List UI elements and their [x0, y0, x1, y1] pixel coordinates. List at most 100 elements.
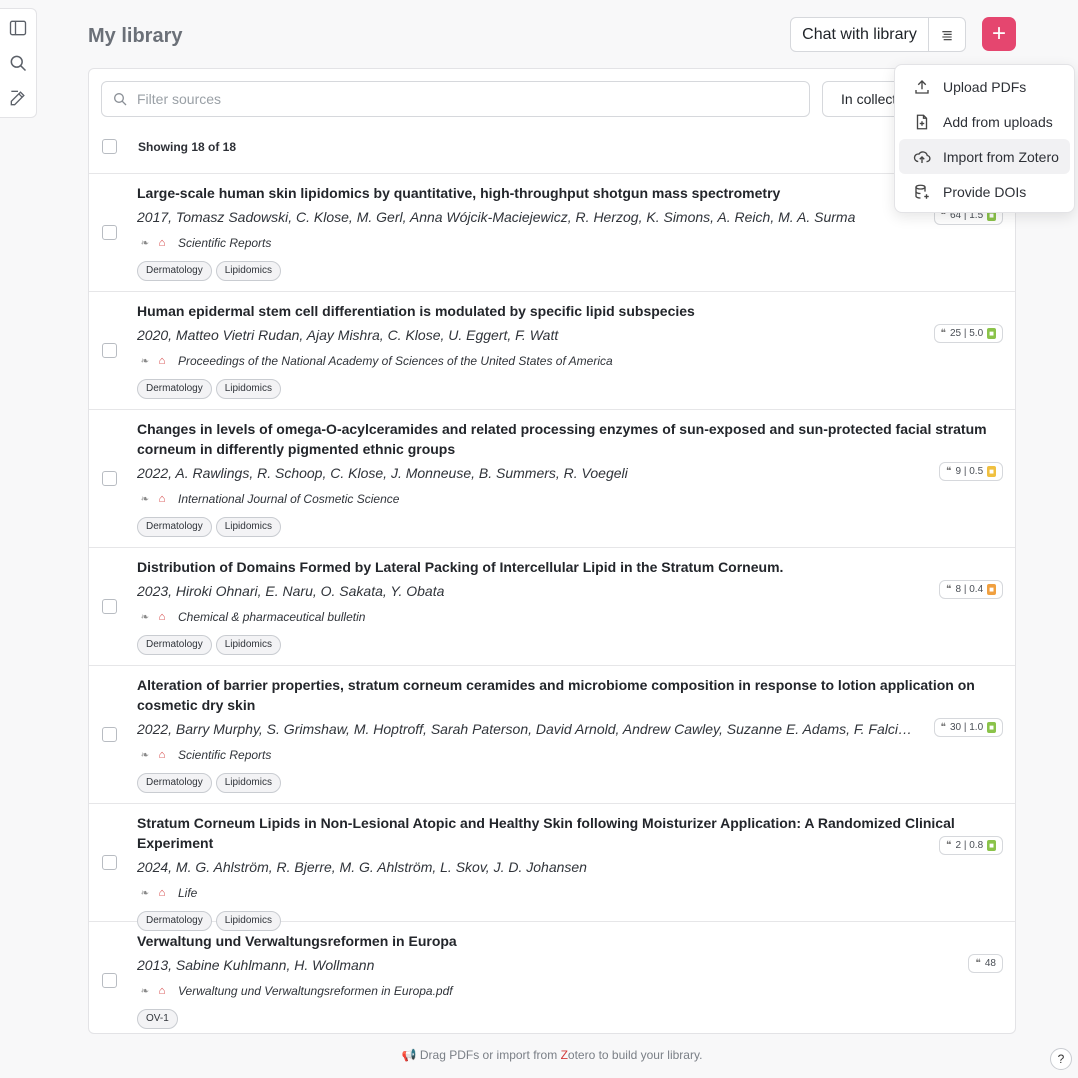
venue-line: ❧ ⌂ Life — [137, 883, 1003, 903]
citation-badge[interactable]: ❝ 8 | 0.4 ■ — [939, 580, 1003, 599]
citation-count: 9 | 0.5 — [955, 466, 984, 477]
chat-with-library-button[interactable]: Chat with library — [791, 18, 929, 51]
row-checkbox[interactable] — [102, 598, 117, 614]
paper-row[interactable]: Human epidermal stem cell differentiatio… — [89, 292, 1015, 410]
edit-icon[interactable] — [7, 87, 29, 109]
help-button[interactable]: ? — [1050, 1048, 1072, 1070]
tag[interactable]: OV-1 — [137, 1009, 178, 1029]
source-icon[interactable]: ❧ — [137, 747, 153, 763]
citation-badge[interactable]: ❝ 48 — [968, 954, 1003, 973]
source-icon[interactable]: ❧ — [137, 491, 153, 507]
menu-item-provide-dois[interactable]: Provide DOIs — [899, 174, 1070, 209]
row-checkbox[interactable] — [102, 854, 117, 870]
add-source-menu: Upload PDFs Add from uploads Import from… — [894, 64, 1075, 213]
database-plus-icon — [915, 184, 929, 199]
venue-line: ❧ ⌂ Proceedings of the National Academy of… — [137, 351, 1003, 371]
menu-item-label: Add from uploads — [943, 113, 1053, 130]
pdf-icon[interactable]: ⌂ — [154, 235, 170, 251]
citation-badge[interactable]: ❝ 30 | 1.0 ■ — [933, 718, 1003, 737]
tag[interactable]: Lipidomics — [215, 773, 281, 793]
upload-icon — [915, 79, 929, 94]
menu-item-label: Import from Zotero — [943, 148, 1059, 165]
footer-hint: 📢 Drag PDFs or import from Zotero to bui… — [0, 1048, 1078, 1062]
sidebar-toggle-icon[interactable] — [7, 17, 29, 39]
row-checkbox[interactable] — [102, 342, 117, 358]
citation-count: 8 | 0.4 — [955, 584, 984, 595]
paper-title[interactable]: Changes in levels of omega-O-acylceramid… — [137, 419, 1003, 459]
paper-authors: 2023, Hiroki Ohnari, E. Naru, O. Sakata,… — [137, 583, 445, 599]
paper-venue: Life — [178, 886, 198, 900]
select-all-checkbox[interactable] — [102, 139, 117, 154]
paper-venue: Chemical & pharmaceutical bulletin — [178, 610, 366, 624]
score-indicator-icon: ■ — [987, 328, 996, 339]
source-icon[interactable]: ❧ — [137, 885, 153, 901]
pdf-icon[interactable]: ⌂ — [154, 353, 170, 369]
paper-title[interactable]: Stratum Corneum Lipids in Non-Lesional A… — [137, 813, 1003, 853]
pdf-icon[interactable]: ⌂ — [154, 491, 170, 507]
search-icon[interactable] — [7, 52, 29, 74]
pdf-icon[interactable]: ⌂ — [154, 609, 170, 625]
row-checkbox[interactable] — [102, 470, 117, 486]
paper-row[interactable]: Stratum Corneum Lipids in Non-Lesional A… — [89, 804, 1015, 931]
library-panel: In collection Showing 18 of 18 Large-sca… — [88, 68, 1016, 1034]
score-indicator-icon: ■ — [987, 584, 996, 595]
citation-count: 48 — [984, 958, 996, 969]
tag[interactable]: Dermatology — [137, 773, 212, 793]
row-checkbox[interactable] — [102, 972, 117, 988]
paper-authors: 2022, A. Rawlings, R. Schoop, C. Klose, … — [137, 465, 628, 481]
tag[interactable]: Dermatology — [137, 517, 212, 537]
tag[interactable]: Lipidomics — [215, 261, 281, 281]
paper-row[interactable]: Changes in levels of omega-O-acylceramid… — [89, 410, 1015, 548]
paper-row[interactable]: Verwaltung und Verwaltungsreformen in Eu… — [89, 922, 1015, 1033]
menu-item-upload-pdfs[interactable]: Upload PDFs — [899, 69, 1070, 104]
pdf-icon[interactable]: ⌂ — [154, 747, 170, 763]
citation-badge[interactable]: ❝ 9 | 0.5 ■ — [939, 462, 1003, 481]
footer-text-z: Z — [560, 1048, 568, 1062]
source-icon[interactable]: ❧ — [137, 235, 153, 251]
tag-list: Dermatology Lipidomics — [137, 379, 1003, 399]
footer-text-post: otero to build your library. — [567, 1048, 703, 1062]
source-icon[interactable]: ❧ — [137, 983, 153, 999]
row-checkbox[interactable] — [102, 224, 117, 240]
paper-title[interactable]: Distribution of Domains Formed by Latera… — [137, 557, 1003, 577]
paper-venue: International Journal of Cosmetic Scienc… — [178, 492, 400, 506]
paper-title[interactable]: Human epidermal stem cell differentiatio… — [137, 301, 1003, 321]
add-source-button[interactable]: + — [982, 17, 1016, 51]
pdf-icon[interactable]: ⌂ — [154, 885, 170, 901]
pdf-icon[interactable]: ⌂ — [154, 983, 170, 999]
tag[interactable]: Dermatology — [137, 635, 212, 655]
paper-row[interactable]: Large-scale human skin lipidomics by qua… — [89, 174, 1015, 292]
filter-input[interactable] — [137, 91, 777, 107]
paper-venue: Scientific Reports — [178, 748, 272, 762]
paper-title[interactable]: Alteration of barrier properties, stratu… — [137, 675, 1003, 715]
tag-list: Dermatology Lipidomics — [137, 517, 1003, 537]
left-rail — [0, 8, 37, 118]
paper-row[interactable]: Distribution of Domains Formed by Latera… — [89, 548, 1015, 666]
tag[interactable]: Dermatology — [137, 261, 212, 281]
tag[interactable]: Lipidomics — [215, 379, 281, 399]
tag[interactable]: Lipidomics — [215, 635, 281, 655]
score-indicator-icon: ■ — [987, 722, 996, 733]
paper-title[interactable]: Large-scale human skin lipidomics by qua… — [137, 183, 1003, 203]
filter-box — [101, 81, 810, 117]
venue-line: ❧ ⌂ International Journal of Cosmetic Scie… — [137, 489, 1003, 509]
venue-line: ❧ ⌂ Scientific Reports — [137, 745, 1003, 765]
source-icon[interactable]: ❧ — [137, 609, 153, 625]
menu-item-import-from-zotero[interactable]: Import from Zotero — [899, 139, 1070, 174]
row-checkbox[interactable] — [102, 726, 117, 742]
page-title: My library — [88, 25, 183, 47]
tag-list: Dermatology Lipidomics — [137, 773, 1003, 793]
citation-count: 2 | 0.8 — [955, 840, 984, 851]
paper-row[interactable]: Alteration of barrier properties, stratu… — [89, 666, 1015, 804]
citation-badge[interactable]: ❝ 2 | 0.8 ■ — [939, 836, 1003, 855]
paper-title[interactable]: Verwaltung und Verwaltungsreformen in Eu… — [137, 931, 1003, 951]
paper-authors: 2013, Sabine Kuhlmann, H. Wollmann — [137, 957, 375, 973]
paper-authors: 2022, Barry Murphy, S. Grimshaw, M. Hopt… — [137, 721, 913, 737]
tag[interactable]: Lipidomics — [215, 517, 281, 537]
menu-item-add-from-uploads[interactable]: Add from uploads — [899, 104, 1070, 139]
tag[interactable]: Dermatology — [137, 379, 212, 399]
list-icon[interactable] — [929, 18, 965, 51]
quote-icon: ❝ — [975, 958, 981, 969]
citation-badge[interactable]: ❝ 25 | 5.0 ■ — [933, 324, 1003, 343]
source-icon[interactable]: ❧ — [137, 353, 153, 369]
